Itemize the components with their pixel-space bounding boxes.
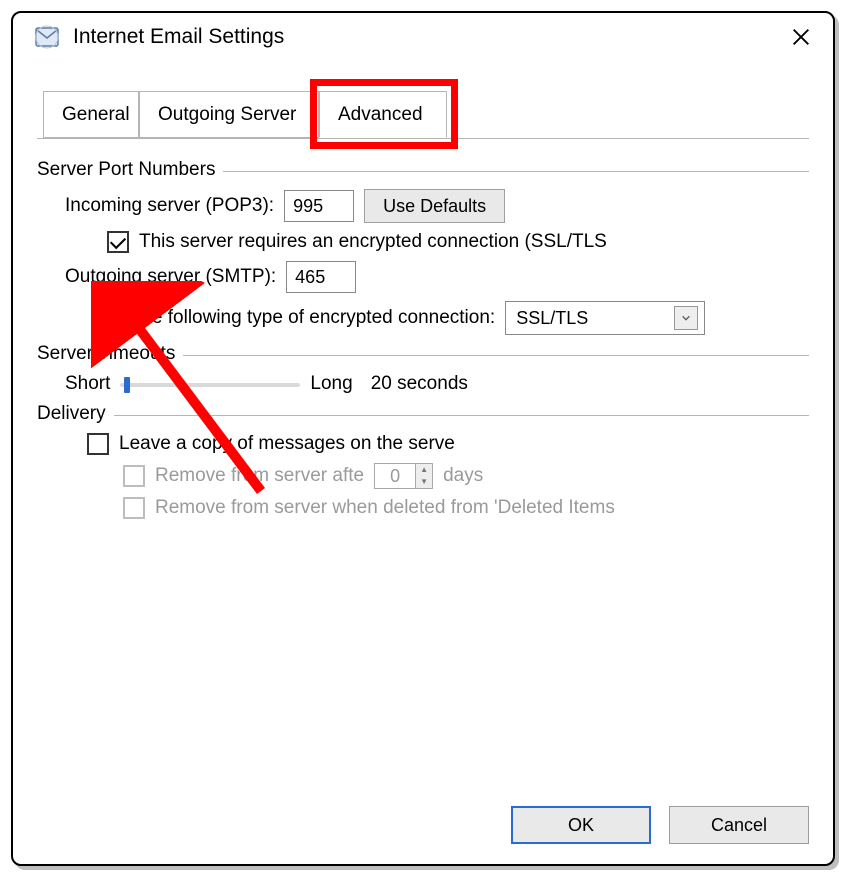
dialog-window: Internet Email Settings General Outgoing…: [11, 11, 835, 866]
dialog-footer: OK Cancel: [511, 806, 809, 844]
app-icon: [33, 23, 61, 51]
titlebar: Internet Email Settings: [13, 13, 833, 61]
ok-button[interactable]: OK: [511, 806, 651, 844]
close-button[interactable]: [779, 15, 823, 59]
timeout-short-label: Short: [65, 373, 110, 395]
encryption-type-label: Use the following type of encrypted conn…: [97, 307, 495, 329]
leave-copy-label: Leave a copy of messages on the serve: [119, 433, 455, 455]
remove-after-checkbox: [123, 465, 145, 487]
group-label: Delivery: [37, 403, 106, 425]
encryption-type-select[interactable]: SSL/TLS: [505, 301, 705, 335]
tab-outgoing-server[interactable]: Outgoing Server: [139, 91, 319, 138]
incoming-port-input[interactable]: [284, 190, 354, 222]
group-delivery: Delivery Leave a copy of messages on the…: [37, 403, 809, 519]
encryption-type-value: SSL/TLS: [516, 308, 674, 329]
spinner-buttons: ▲ ▼: [415, 464, 432, 488]
outgoing-port-input[interactable]: [286, 261, 356, 293]
group-server-port-numbers: Server Port Numbers Incoming server (POP…: [37, 159, 809, 335]
remove-deleted-checkbox: [123, 497, 145, 519]
tab-label: Advanced: [338, 104, 423, 126]
group-label: Server Timeouts: [37, 343, 175, 365]
tab-advanced[interactable]: Advanced: [319, 91, 447, 138]
tab-general[interactable]: General: [43, 91, 139, 138]
ssl-checkbox-label: This server requires an encrypted connec…: [139, 231, 607, 253]
remove-deleted-label: Remove from server when deleted from 'De…: [155, 497, 615, 519]
remove-after-days-unit: days: [443, 465, 483, 487]
group-label: Server Port Numbers: [37, 159, 215, 181]
slider-track: [120, 383, 300, 387]
remove-after-label: Remove from server afte: [155, 465, 364, 487]
group-rule: [223, 171, 809, 172]
window-title: Internet Email Settings: [73, 25, 284, 49]
tab-label: Outgoing Server: [158, 104, 296, 126]
tab-strip: General Outgoing Server Advanced: [37, 91, 809, 139]
group-server-timeouts: Server Timeouts Short Long 20 seconds: [37, 343, 809, 395]
leave-copy-checkbox[interactable]: [87, 433, 109, 455]
spinner-up-icon: ▲: [416, 464, 432, 476]
timeout-long-label: Long: [310, 373, 352, 395]
spinner-down-icon: ▼: [416, 476, 432, 488]
remove-after-days-spinner: ▲ ▼: [374, 463, 433, 489]
cancel-button[interactable]: Cancel: [669, 806, 809, 844]
use-defaults-button[interactable]: Use Defaults: [364, 189, 505, 223]
remove-after-days-input: [375, 465, 415, 487]
outgoing-server-label: Outgoing server (SMTP):: [65, 266, 276, 288]
timeout-value: 20 seconds: [371, 373, 468, 395]
incoming-server-label: Incoming server (POP3):: [65, 195, 274, 217]
tab-label: General: [62, 104, 130, 126]
group-rule: [114, 415, 809, 416]
ssl-checkbox[interactable]: [107, 231, 129, 253]
timeout-slider[interactable]: [120, 375, 300, 393]
slider-thumb[interactable]: [124, 377, 130, 393]
chevron-down-icon: [674, 306, 698, 330]
dialog-body: Server Port Numbers Incoming server (POP…: [13, 139, 833, 519]
group-rule: [183, 355, 809, 356]
